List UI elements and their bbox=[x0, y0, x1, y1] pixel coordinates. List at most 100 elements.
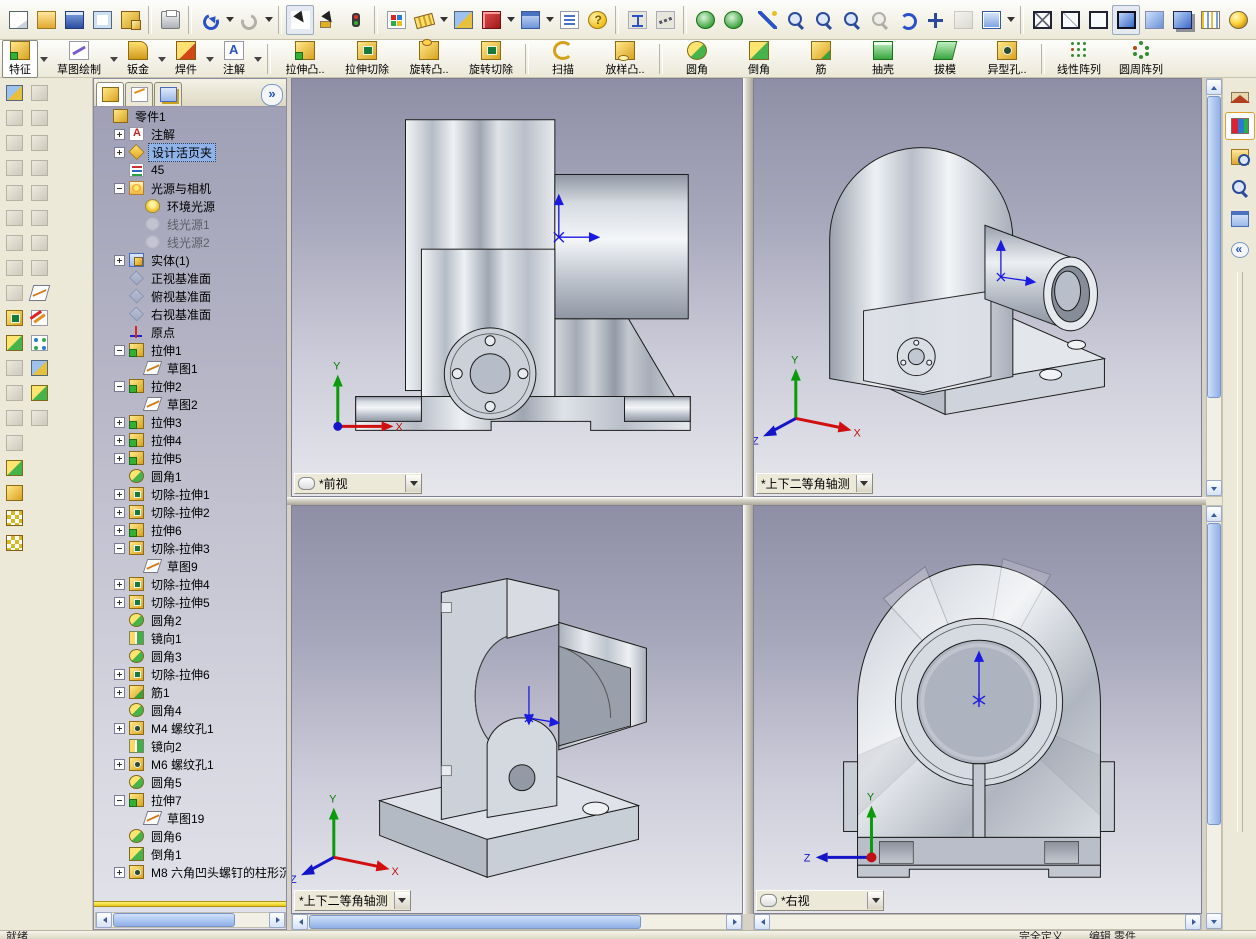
swept-surface-button[interactable] bbox=[3, 82, 25, 103]
dropdown-arrow-icon[interactable] bbox=[156, 42, 168, 76]
tree-item[interactable]: 筋1 bbox=[94, 683, 286, 701]
tree-item[interactable]: 草图2 bbox=[94, 395, 286, 413]
tree-item[interactable]: 倒角1 bbox=[94, 845, 286, 863]
scroll-up-button[interactable] bbox=[1206, 79, 1222, 95]
tree-item[interactable]: 切除-拉伸1 bbox=[94, 485, 286, 503]
expand-toggle-icon[interactable] bbox=[114, 255, 125, 266]
tree-item[interactable]: 右视基准面 bbox=[94, 305, 286, 323]
expand-toggle-icon[interactable] bbox=[114, 345, 125, 356]
tree-item[interactable]: 线光源1 bbox=[94, 215, 286, 233]
viewport-right-horizontal-scrollbar[interactable] bbox=[753, 914, 1202, 930]
mid-surface-button[interactable] bbox=[3, 232, 25, 253]
tree-item[interactable]: 圆角4 bbox=[94, 701, 286, 719]
view-orientation-combo[interactable]: *上下二等角轴测 bbox=[756, 473, 873, 494]
tab-sketch[interactable]: 草图绘制 bbox=[50, 40, 108, 78]
tree-item[interactable]: 光源与相机 bbox=[94, 179, 286, 197]
viewport-right[interactable]: Y Z *右视 bbox=[753, 505, 1202, 914]
replace-face-button[interactable] bbox=[3, 257, 25, 278]
file-explorer-button[interactable] bbox=[1225, 174, 1255, 202]
expand-toggle-icon[interactable] bbox=[114, 129, 125, 140]
tree-item[interactable]: 切除-拉伸5 bbox=[94, 593, 286, 611]
fold-button[interactable] bbox=[3, 407, 25, 428]
tree-item[interactable]: M8 六角凹头螺钉的柱形沉头 bbox=[94, 863, 286, 881]
combo-dropdown-button[interactable] bbox=[856, 475, 872, 492]
dropdown-arrow-icon[interactable] bbox=[224, 6, 235, 34]
tree-item[interactable]: 圆角6 bbox=[94, 827, 286, 845]
tab-configurationmanager[interactable] bbox=[154, 82, 182, 106]
dropdown-arrow-icon[interactable] bbox=[505, 6, 516, 34]
standard-view-left-button[interactable] bbox=[28, 132, 50, 153]
rip-button[interactable] bbox=[3, 457, 25, 478]
save-button[interactable] bbox=[60, 5, 88, 35]
tab-propertymanager[interactable] bbox=[125, 82, 153, 106]
expand-toggle-icon[interactable] bbox=[114, 597, 125, 608]
expand-toggle-icon[interactable] bbox=[114, 417, 125, 428]
selection-filter-button[interactable] bbox=[314, 5, 342, 35]
dropdown-arrow-icon[interactable] bbox=[204, 42, 216, 76]
scroll-down-button[interactable] bbox=[1206, 480, 1222, 496]
tree-item[interactable]: 草图9 bbox=[94, 557, 286, 575]
hidden-lines-visible-button[interactable] bbox=[1056, 5, 1084, 35]
expand-toggle-icon[interactable] bbox=[114, 435, 125, 446]
zoom-fit-button[interactable] bbox=[781, 5, 809, 35]
tab-sheet-metal[interactable]: 钣金 bbox=[120, 40, 156, 78]
expand-toggle-icon[interactable] bbox=[114, 507, 125, 518]
expand-toggle-icon[interactable] bbox=[114, 453, 125, 464]
tree-item[interactable]: 拉伸5 bbox=[94, 449, 286, 467]
circular-pattern-button[interactable]: 圆周阵列 bbox=[1110, 41, 1172, 77]
expand-toggle-icon[interactable] bbox=[114, 795, 125, 806]
expand-toggle-icon[interactable] bbox=[114, 723, 125, 734]
scroll-right-button[interactable] bbox=[269, 912, 285, 928]
standard-view-front-button[interactable] bbox=[28, 82, 50, 103]
expand-toggle-icon[interactable] bbox=[114, 183, 125, 194]
expand-toggle-icon[interactable] bbox=[114, 381, 125, 392]
help-button[interactable] bbox=[583, 5, 611, 35]
pattern-table-1-button[interactable] bbox=[3, 507, 25, 528]
3d-sketch-button[interactable] bbox=[28, 307, 50, 328]
expand-toggle-icon[interactable] bbox=[114, 669, 125, 680]
tree-item[interactable]: 切除-拉伸6 bbox=[94, 665, 286, 683]
viewport-front[interactable]: Y X *前视 bbox=[291, 78, 743, 497]
view-orientation-combo[interactable]: *上下二等角轴测 bbox=[294, 890, 411, 911]
scroll-down-button[interactable] bbox=[1206, 913, 1222, 929]
scrollbar-thumb[interactable] bbox=[1207, 96, 1221, 398]
undo-button[interactable] bbox=[196, 5, 224, 35]
tab-weldments[interactable]: 焊件 bbox=[168, 40, 204, 78]
standard-view-top-button[interactable] bbox=[28, 182, 50, 203]
home-button[interactable] bbox=[1225, 81, 1255, 109]
tree-item[interactable]: 环境光源 bbox=[94, 197, 286, 215]
view-orientation-combo[interactable]: *前视 bbox=[294, 473, 422, 494]
expand-toggle-icon[interactable] bbox=[114, 759, 125, 770]
make-assembly-button[interactable] bbox=[116, 5, 144, 35]
traffic-light-button[interactable] bbox=[342, 5, 370, 35]
scroll-left-button[interactable] bbox=[754, 914, 770, 930]
tree-item[interactable]: 实体(1) bbox=[94, 251, 286, 269]
rollback-bar[interactable] bbox=[94, 901, 286, 907]
standard-view-back-button[interactable] bbox=[28, 107, 50, 128]
dropdown-arrow-icon[interactable] bbox=[438, 6, 449, 34]
tree-item[interactable]: 圆角5 bbox=[94, 773, 286, 791]
cut-with-surface-button[interactable] bbox=[3, 307, 25, 328]
expand-toggle-icon[interactable] bbox=[114, 543, 125, 554]
view-orientation-button[interactable] bbox=[977, 5, 1005, 35]
tree-item[interactable]: 零件1 bbox=[94, 107, 286, 125]
view-palette-button[interactable] bbox=[1225, 205, 1255, 233]
tree-item[interactable]: 圆角1 bbox=[94, 467, 286, 485]
pan-button[interactable] bbox=[921, 5, 949, 35]
tree-item[interactable]: 俯视基准面 bbox=[94, 287, 286, 305]
section-tool-button[interactable] bbox=[449, 5, 477, 35]
trim-surface-button[interactable] bbox=[3, 182, 25, 203]
sheet-metal-gusset-button[interactable] bbox=[3, 482, 25, 503]
expand-toggle-icon[interactable] bbox=[114, 147, 125, 158]
filled-surface-button[interactable] bbox=[3, 207, 25, 228]
extruded-boss-button[interactable]: 拉伸凸.. bbox=[274, 41, 336, 77]
select-wand-button[interactable] bbox=[753, 5, 781, 35]
shell-button[interactable]: 抽壳 bbox=[852, 41, 914, 77]
tree-item[interactable]: 圆角3 bbox=[94, 647, 286, 665]
dropdown-arrow-icon[interactable] bbox=[263, 6, 274, 34]
hidden-lines-removed-button[interactable] bbox=[1084, 5, 1112, 35]
speedpak-2-button[interactable] bbox=[719, 5, 747, 35]
extruded-cut-button[interactable]: 拉伸切除 bbox=[336, 41, 398, 77]
lofted-boss-button[interactable]: 放样凸.. bbox=[594, 41, 656, 77]
modify-sketch-button[interactable] bbox=[28, 407, 50, 428]
